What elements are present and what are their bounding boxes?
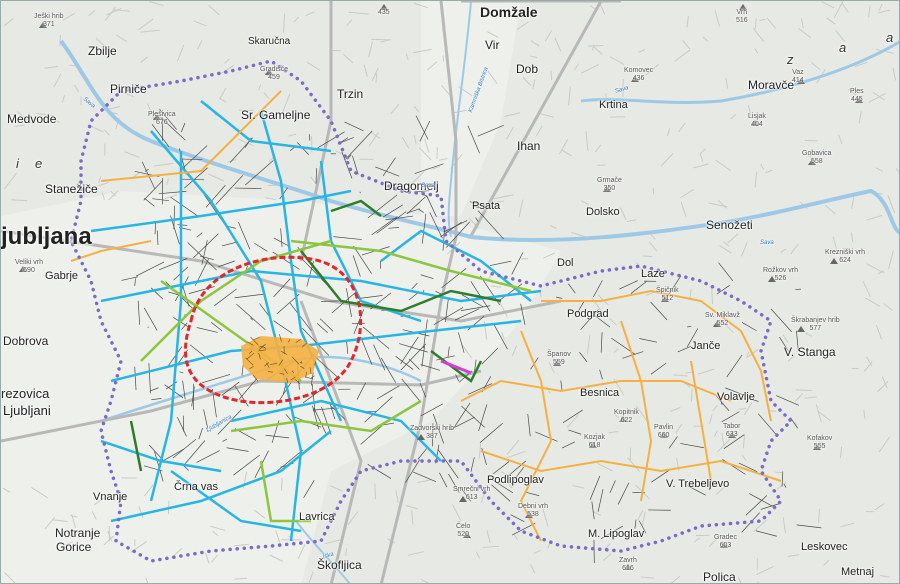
place-label-vnanje: Vnanje [93,491,128,503]
place-label-senozeti: Senožeti [706,218,753,232]
place-label-metnaj: Metnaj [841,566,875,578]
peak-label: Vrh 516 [736,9,748,25]
place-label-gabrje: Gabrje [45,270,79,282]
place-label-podgrad: Podgrad [567,308,609,320]
peak-label: Debni vrh 538 [518,503,548,519]
peak-label: Plešivica 676 [148,111,176,127]
place-label-v-stanga: V. Stanga [784,345,836,359]
peak-label: Ješki hrib 371 [34,13,64,29]
peak-label: Kopitnik 622 [614,409,639,425]
peak-label: Gradec 603 [714,534,737,550]
river-label: Sava [760,240,774,246]
hydronym-label: i [16,156,19,171]
peak-label: Rožkov vrh 526 [763,267,799,283]
peak-label: Krezniški vrh 624 [825,249,866,265]
peak-label: Zavrh 616 [619,557,637,573]
place-label-gorice: Gorice [56,540,92,554]
terrain-hatch [690,388,693,402]
place-label-besnica: Besnica [580,387,620,399]
terrain-hatch [374,483,377,500]
terrain-hatch [371,38,392,41]
peak-label: Zadvorski hrib 387 [410,425,454,441]
place-label-crna-vas: Črna vas [174,481,219,493]
peak-label: 435 [378,9,390,16]
peak-label: Lisjak 404 [748,113,766,129]
place-label-dolsko: Dolsko [586,206,620,218]
peak-label: Smrečni vrh 613 [453,486,491,502]
peak-label: Špičnik 512 [656,287,679,303]
peak-label: Španov 559 [547,351,571,367]
hydronym-label: a [839,40,847,55]
place-label-v-trebeljevo: V. Trebeljevo [666,478,730,490]
peak-label: Sv. Miklavž 552 [705,312,740,328]
place-label-krtina: Krtina [599,99,628,111]
place-label-skarucna: Skaručna [248,36,291,47]
place-label-ihan: Ihan [517,139,541,153]
peak-label: Gradišče 459 [260,66,289,82]
peak-label: Škrabanjev hrib 577 [791,317,840,333]
peak-label: Veliki vrh 690 [15,259,44,275]
place-label-medvode: Medvode [7,112,57,126]
peak-label: Kozjak 618 [584,434,606,450]
place-label-volavlje: Volavlje [717,391,755,403]
place-label-trzin: Trzin [337,87,364,101]
terrain-hatch [642,255,653,258]
terrain-hatch [281,478,283,491]
place-label-domzale: Domžale [480,4,538,20]
place-label-polica: Polica [703,570,736,584]
place-label-pirnice: Pirniče [110,82,147,96]
place-label-lavrica: Lavrica [299,511,335,523]
place-label-stanezice: Stanežiče [45,182,98,196]
hydronym-label: a [886,30,894,45]
place-label-ljubljana: jubljana [1,223,92,250]
place-label-podlipoglav: Podlipoglav [487,474,544,486]
place-label-dobrova: Dobrova [3,334,49,348]
place-label-m-lipoglav: M. Lipoglav [588,528,645,540]
peak-label: Kofakov 555 [807,435,833,451]
place-label-moravce: Moravče [748,78,795,92]
place-label-psata: Psata [472,200,501,212]
peak-label: Gobavica 558 [802,150,832,166]
place-label-brezovica: rezovica [1,386,50,401]
peak-label: Čelo 520 [456,523,471,539]
place-label-dol: Dol [557,257,574,269]
hydronym-label: z [787,52,794,67]
place-label-zbilje: Zbilje [88,44,117,58]
peak-label: Grmače 350 [597,177,622,193]
peak-label: Komovec 436 [624,67,654,83]
peak-label: Vaz 414 [792,69,804,85]
place-label-dob: Dob [516,62,539,76]
place-label-pri-ljubljani: Ljubljani [3,403,51,418]
place-label-sr-gameljne: Sr. Gameljne [241,108,311,122]
place-label-laze: Laze [641,268,665,280]
peak-label: Tabor 633 [723,423,741,439]
place-label-vir: Vir [485,38,500,52]
river-label: Sava [421,183,435,189]
peak-label: Pavlin 660 [654,424,674,440]
terrain-hatch [588,44,604,47]
hydronym-label: e [35,156,43,171]
place-label-notranje: Notranje [55,526,101,540]
place-label-jance: Janče [691,340,721,352]
peak-label: Ples 445 [850,88,864,104]
map-canvas[interactable]: Domžale Vir Dob Moravče Krtina Zbilje Sk… [0,0,900,584]
place-label-leskovec: Leskovec [801,541,848,553]
terrain-hatch [375,73,378,84]
